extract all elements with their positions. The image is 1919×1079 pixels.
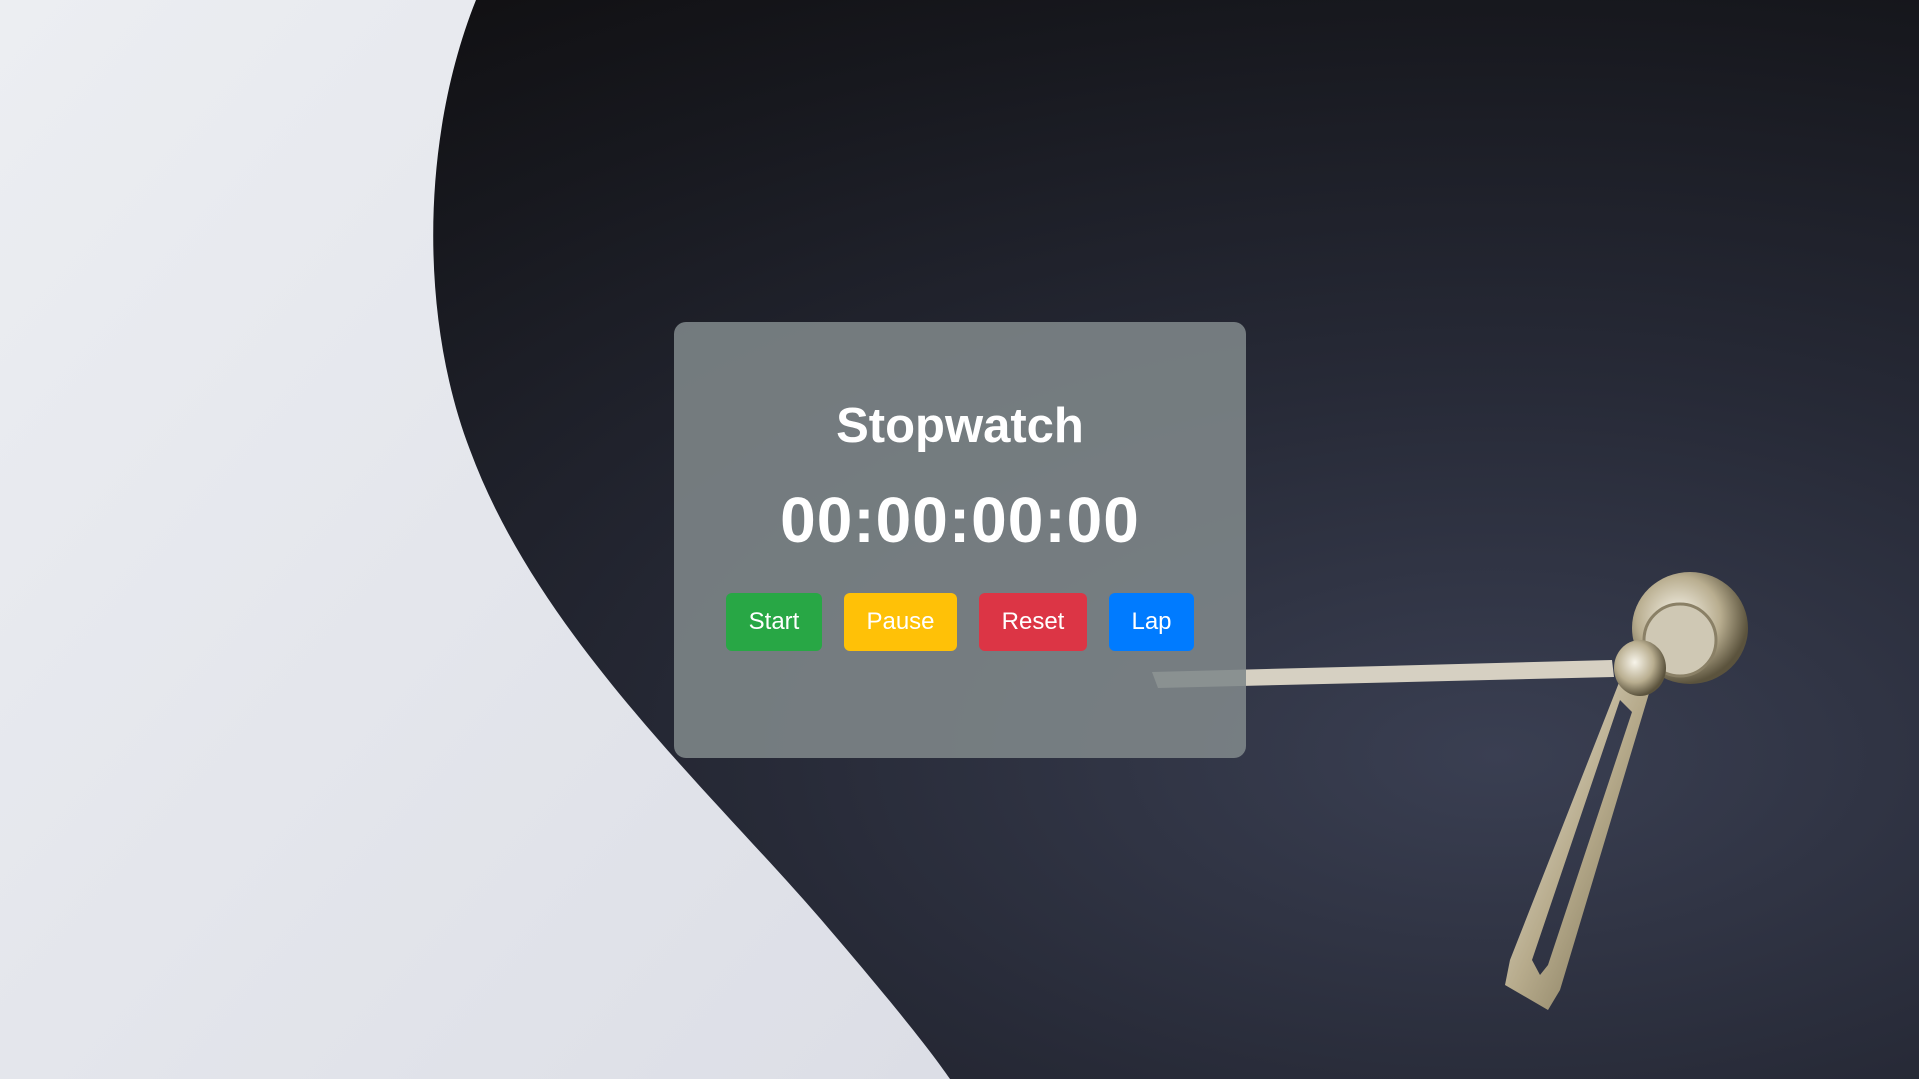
reset-button[interactable]: Reset bbox=[979, 593, 1087, 651]
stopwatch-title: Stopwatch bbox=[836, 399, 1084, 453]
start-button[interactable]: Start bbox=[726, 593, 822, 651]
page-background: Stopwatch 00:00:00:00 Start Pause Reset … bbox=[0, 0, 1919, 1079]
clock-hub-cap bbox=[1614, 640, 1666, 696]
time-display: 00:00:00:00 bbox=[780, 484, 1140, 556]
lap-button[interactable]: Lap bbox=[1109, 593, 1194, 651]
controls-row: Start Pause Reset Lap bbox=[674, 593, 1246, 651]
pause-button[interactable]: Pause bbox=[844, 593, 957, 651]
clock-hour-hand bbox=[1505, 680, 1650, 1010]
stopwatch-card: Stopwatch 00:00:00:00 Start Pause Reset … bbox=[674, 322, 1246, 758]
